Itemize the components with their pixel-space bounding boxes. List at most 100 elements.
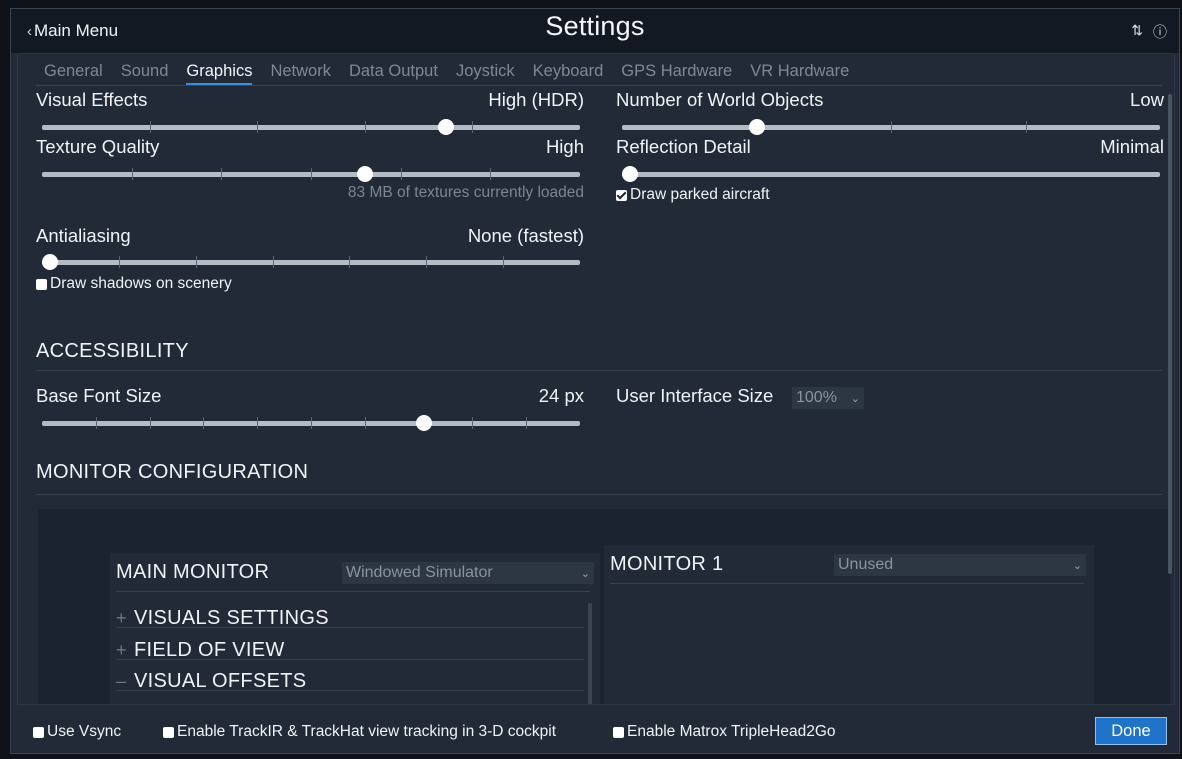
titlebar: ‹ Main Menu Settings ⇅ ⓘ [11, 9, 1179, 53]
tab-gps-hardware[interactable]: GPS Hardware [621, 62, 732, 85]
slider-tick [526, 417, 528, 429]
antialiasing-label: Antialiasing [36, 225, 131, 246]
trackir-label: Enable TrackIR & TrackHat view tracking … [177, 723, 557, 740]
reflection-detail-label: Reflection Detail [616, 136, 751, 157]
checkbox-box [163, 726, 174, 738]
slider-tick [1025, 121, 1027, 133]
slider-tick [400, 168, 402, 180]
slider-thumb[interactable] [42, 254, 58, 270]
monitor-1-card: MONITOR 1 Unused ⌄ [604, 545, 1094, 704]
main-monitor-mode-value: Windowed Simulator [346, 564, 493, 581]
slider-tick [272, 256, 274, 268]
slider-tick [503, 256, 505, 268]
matrox-label: Enable Matrox TripleHead2Go [627, 723, 836, 740]
trackir-checkbox[interactable]: Enable TrackIR & TrackHat view tracking … [163, 723, 556, 741]
base-font-size-slider[interactable] [42, 415, 580, 431]
expand-icon: + [116, 608, 127, 628]
world-objects-slider[interactable] [622, 119, 1160, 135]
row-divider [116, 627, 584, 628]
monitor-1-mode-value: Unused [838, 556, 894, 573]
ui-size-label: User Interface Size [616, 385, 774, 406]
tab-data-output[interactable]: Data Output [349, 62, 438, 85]
footer-bar: Use Vsync Enable TrackIR & TrackHat view… [11, 709, 1179, 755]
slider-thumb[interactable] [748, 119, 765, 135]
ui-size-select[interactable]: 100% ⌄ [792, 387, 864, 409]
tab-network[interactable]: Network [270, 62, 331, 85]
slider-tick [472, 121, 474, 133]
slider-tick [311, 168, 312, 180]
draw-parked-label: Draw parked aircraft [630, 186, 770, 203]
chevron-down-icon: ⌄ [850, 392, 860, 405]
tab-sound[interactable]: Sound [121, 62, 169, 85]
slider-tick [891, 121, 892, 133]
chevron-down-icon: ⌄ [580, 567, 590, 580]
tab-keyboard[interactable]: Keyboard [533, 62, 604, 85]
draw-shadows-checkbox[interactable]: Draw shadows on scenery [36, 275, 232, 293]
tab-general[interactable]: General [44, 62, 103, 85]
texture-quality-label: Texture Quality [36, 136, 160, 157]
chevron-down-icon: ⌄ [1072, 559, 1082, 572]
slider-thumb[interactable] [437, 119, 454, 135]
slider-tick [490, 168, 492, 180]
use-vsync-checkbox[interactable]: Use Vsync [33, 723, 121, 741]
monitor-area: MAIN MONITOR Windowed Simulator ⌄ + VISU… [38, 509, 1170, 704]
collapse-icon: – [116, 671, 127, 691]
main-monitor-mode-select[interactable]: Windowed Simulator ⌄ [342, 562, 594, 584]
checkbox-box-checked [616, 189, 627, 201]
settings-panel: General Sound Graphics Network Data Outp… [17, 53, 1175, 705]
tab-graphics[interactable]: Graphics [186, 62, 253, 85]
slider-tick [149, 417, 151, 429]
slider-tick [203, 417, 205, 429]
slider-tick [195, 256, 197, 268]
tab-joystick[interactable]: Joystick [456, 62, 515, 85]
checkbox-box [36, 278, 47, 290]
tab-vr-hardware[interactable]: VR Hardware [750, 62, 849, 85]
panel-scrollbar[interactable] [1168, 94, 1172, 574]
draw-shadows-label: Draw shadows on scenery [50, 275, 232, 292]
slider-thumb[interactable] [356, 166, 373, 182]
monitor-1-mode-select[interactable]: Unused ⌄ [834, 554, 1086, 576]
settings-window: ‹ Main Menu Settings ⇅ ⓘ General Sound G… [10, 8, 1180, 754]
slider-tick [364, 121, 366, 133]
row-divider [116, 659, 584, 660]
use-vsync-label: Use Vsync [47, 723, 122, 740]
main-monitor-title: MAIN MONITOR [116, 561, 270, 583]
sliders-icon[interactable]: ⇅ [1131, 22, 1143, 42]
texture-quality-value: High [545, 136, 584, 157]
base-font-size-value: 24 px [538, 385, 584, 406]
row-divider [116, 690, 584, 691]
main-monitor-scrollbar[interactable] [588, 603, 592, 704]
world-objects-label: Number of World Objects [616, 89, 824, 110]
accessibility-heading: ACCESSIBILITY [36, 340, 189, 362]
slider-tick [118, 256, 120, 268]
page-title: Settings [545, 11, 645, 41]
ui-size-value: 100% [796, 389, 837, 406]
slider-tick [131, 168, 133, 180]
slider-tick [426, 256, 428, 268]
slider-tick [95, 417, 97, 429]
slider-tick [472, 417, 474, 429]
slider-thumb[interactable] [415, 415, 432, 431]
done-button[interactable]: Done [1095, 717, 1167, 745]
reflection-detail-value: Minimal [1100, 136, 1164, 157]
base-font-size-label: Base Font Size [36, 385, 162, 406]
texture-memory-note: 83 MB of textures currently loaded [347, 184, 584, 201]
draw-parked-aircraft-checkbox[interactable]: Draw parked aircraft [616, 186, 770, 204]
visual-effects-label: Visual Effects [36, 89, 148, 110]
checkbox-box [613, 726, 624, 738]
reflection-detail-slider[interactable] [622, 166, 1160, 182]
slider-thumb[interactable] [622, 166, 638, 182]
titlebar-icons: ⇅ ⓘ [1131, 22, 1167, 42]
tab-bar: General Sound Graphics Network Data Outp… [44, 62, 849, 85]
monitor-configuration-heading: MONITOR CONFIGURATION [36, 461, 309, 483]
checkbox-box [33, 726, 44, 738]
visual-effects-slider[interactable] [42, 119, 580, 135]
slider-tick [257, 121, 259, 133]
antialiasing-slider[interactable] [42, 254, 580, 270]
monitor-1-title: MONITOR 1 [610, 553, 724, 575]
texture-quality-slider[interactable] [42, 166, 580, 182]
tab-divider [36, 85, 1162, 86]
matrox-checkbox[interactable]: Enable Matrox TripleHead2Go [613, 723, 836, 741]
main-monitor-divider [116, 591, 590, 592]
help-icon[interactable]: ⓘ [1153, 22, 1167, 42]
